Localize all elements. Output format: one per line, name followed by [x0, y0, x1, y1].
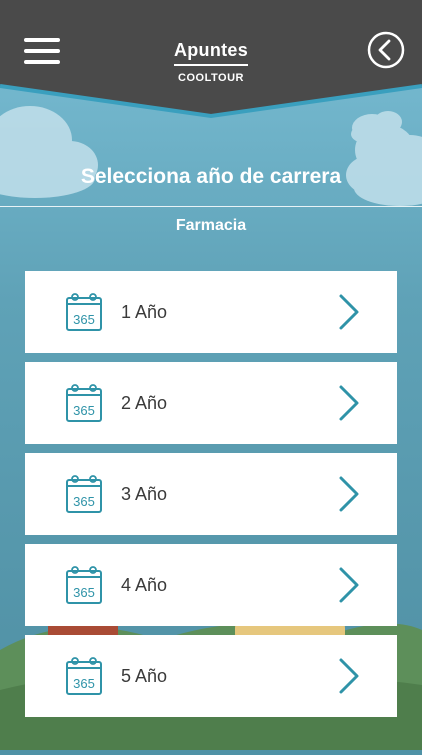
- section-heading: Selecciona año de carrera: [80, 165, 342, 188]
- svg-text:365: 365: [73, 312, 95, 327]
- year-label: 4 Año: [121, 575, 168, 595]
- calendar-365-icon: 365: [66, 566, 102, 604]
- career-name: Farmacia: [175, 217, 247, 234]
- header-title-block: Apuntes COOLTOUR: [111, 40, 311, 84]
- calendar-365-icon: 365: [66, 657, 102, 695]
- divider: [0, 206, 422, 207]
- chevron-right-icon: [339, 476, 359, 512]
- year-label: 1 Año: [121, 302, 168, 322]
- chevron-left-circle-icon: [367, 31, 405, 69]
- year-item-4[interactable]: 365 4 Año: [25, 544, 397, 626]
- menu-icon[interactable]: [24, 38, 60, 64]
- back-button[interactable]: [367, 31, 405, 69]
- page-title: Apuntes: [173, 40, 249, 66]
- year-label: 3 Año: [121, 484, 168, 504]
- chevron-right-icon: [339, 385, 359, 421]
- page-subtitle: COOLTOUR: [178, 72, 244, 84]
- svg-text:365: 365: [73, 585, 95, 600]
- year-item-5[interactable]: 365 5 Año: [25, 635, 397, 717]
- calendar-365-icon: 365: [66, 293, 102, 331]
- header-bar: Apuntes COOLTOUR: [0, 0, 422, 120]
- svg-text:365: 365: [73, 403, 95, 418]
- year-label: 2 Año: [121, 393, 168, 413]
- calendar-365-icon: 365: [66, 384, 102, 422]
- calendar-365-icon: 365: [66, 475, 102, 513]
- svg-text:365: 365: [73, 676, 95, 691]
- chevron-right-icon: [339, 658, 359, 694]
- chevron-right-icon: [339, 567, 359, 603]
- year-label: 5 Año: [121, 666, 168, 686]
- svg-text:365: 365: [73, 494, 95, 509]
- chevron-right-icon: [339, 294, 359, 330]
- year-item-2[interactable]: 365 2 Año: [25, 362, 397, 444]
- year-item-3[interactable]: 365 3 Año: [25, 453, 397, 535]
- year-item-1[interactable]: 365 1 Año: [25, 271, 397, 353]
